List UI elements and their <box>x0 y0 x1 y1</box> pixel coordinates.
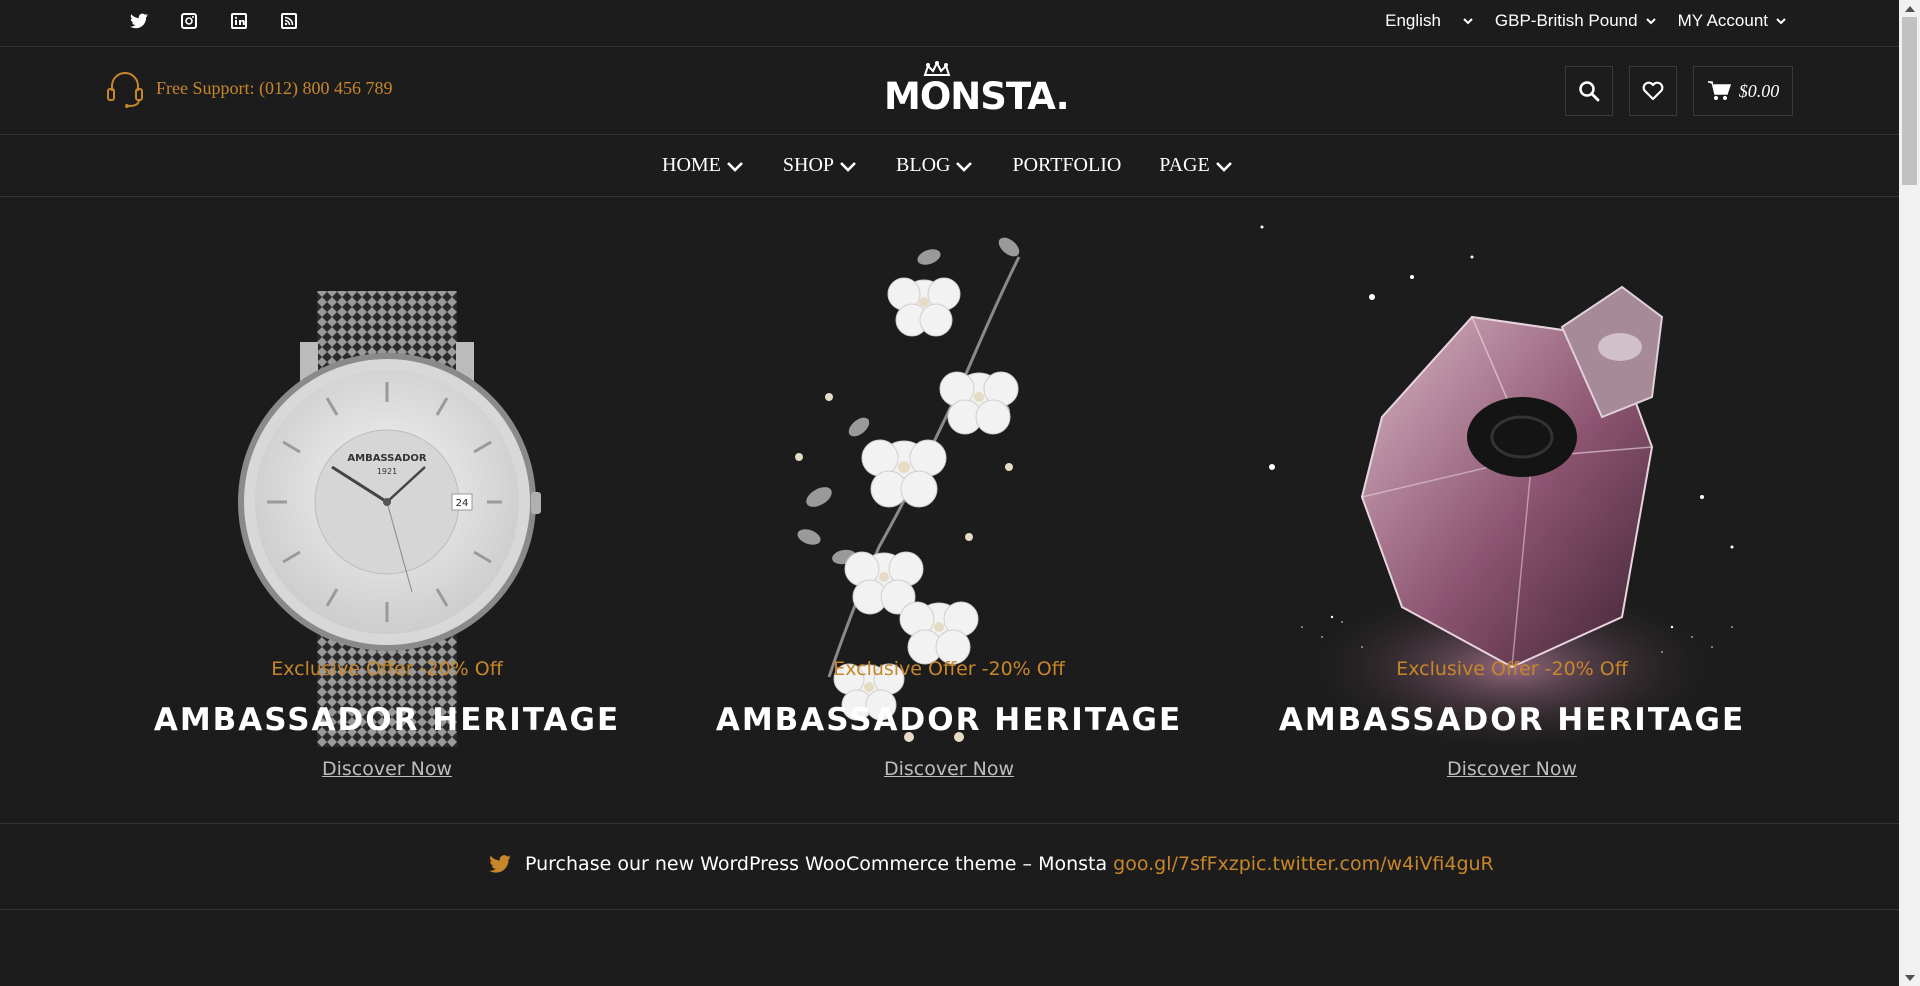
promo-banner-hairpiece[interactable]: Exclusive Offer -20% Off AMBASSADOR HERI… <box>669 197 1229 823</box>
heart-icon <box>1642 81 1664 101</box>
nav-item-portfolio[interactable]: PORTFOLIO <box>1012 154 1121 177</box>
nav-item-shop[interactable]: SHOP <box>783 154 858 177</box>
twitter-feed: Purchase our new WordPress WooCommerce t… <box>0 823 1899 910</box>
language-dropdown[interactable]: English <box>1385 11 1475 31</box>
discover-now-link[interactable]: Discover Now <box>322 758 452 780</box>
headset-icon <box>107 72 143 108</box>
scroll-up-arrow-icon[interactable] <box>1899 0 1920 17</box>
promo-banners: AMBASSADOR 1921 24 Exclusive Offer -20% … <box>0 197 1899 823</box>
discover-now-link[interactable]: Discover Now <box>1447 758 1577 780</box>
main-nav: HOME SHOP BLOG PORTFOLIO PAGE <box>0 135 1899 197</box>
svg-text:1921: 1921 <box>377 467 397 476</box>
chevron-down-icon <box>1645 18 1656 25</box>
page: English GBP-British Pound MY Account Fre… <box>0 0 1899 986</box>
chevron-down-icon <box>726 161 743 172</box>
banner-offer: Exclusive Offer -20% Off <box>1396 658 1628 680</box>
nav-item-home[interactable]: HOME <box>662 154 745 177</box>
banner-title: AMBASSADOR HERITAGE <box>1278 702 1746 738</box>
svg-text:24: 24 <box>456 498 469 509</box>
cart-icon <box>1707 81 1731 100</box>
top-bar: English GBP-British Pound MY Account <box>0 0 1899 47</box>
search-button[interactable] <box>1565 66 1613 116</box>
logo-text: MONSTA. <box>884 75 1070 118</box>
nav-item-label: HOME <box>662 154 721 176</box>
language-label: English <box>1385 11 1441 30</box>
currency-dropdown[interactable]: GBP-British Pound <box>1495 11 1658 31</box>
banner-offer: Exclusive Offer -20% Off <box>271 658 503 680</box>
nav-item-label: PAGE <box>1159 154 1210 176</box>
scrollbar-thumb[interactable] <box>1902 17 1917 185</box>
banner-offer: Exclusive Offer -20% Off <box>833 658 1065 680</box>
banner-title: AMBASSADOR HERITAGE <box>153 702 621 738</box>
nav-item-label: SHOP <box>782 154 835 176</box>
support-text: Free Support: (012) 800 456 789 <box>156 77 393 98</box>
support-info: Free Support: (012) 800 456 789 <box>104 67 392 109</box>
svg-text:AMBASSADOR: AMBASSADOR <box>347 453 427 464</box>
site-logo[interactable]: MONSTA. <box>884 61 1070 118</box>
currency-label: GBP-British Pound <box>1494 11 1638 30</box>
twitter-icon[interactable] <box>128 10 150 32</box>
site-header: Free Support: (012) 800 456 789 MONSTA. … <box>0 47 1899 135</box>
discover-now-link[interactable]: Discover Now <box>884 758 1014 780</box>
nav-item-label: BLOG <box>896 154 951 176</box>
promo-banner-perfume[interactable]: Exclusive Offer -20% Off AMBASSADOR HERI… <box>1232 197 1792 823</box>
rss-icon[interactable] <box>278 10 300 32</box>
promo-banner-watch[interactable]: AMBASSADOR 1921 24 Exclusive Offer -20% … <box>107 197 667 823</box>
header-actions: $0.00 <box>1565 66 1793 116</box>
cart-button[interactable]: $0.00 <box>1693 66 1793 116</box>
twitter-icon <box>489 855 511 873</box>
hairpiece-image <box>795 237 1021 742</box>
nav-item-blog[interactable]: BLOG <box>896 154 974 177</box>
search-icon <box>1579 81 1600 102</box>
chevron-down-icon <box>956 161 973 172</box>
tweet-text: Purchase our new WordPress WooCommerce t… <box>525 853 1108 875</box>
wishlist-button[interactable] <box>1629 66 1677 116</box>
tweet-link[interactable]: goo.gl/7sfFxzpic.twitter.com/w4iVfi4guR <box>1113 853 1494 875</box>
chevron-down-icon <box>840 161 856 172</box>
linkedin-icon[interactable] <box>228 10 250 32</box>
cart-total: $0.00 <box>1738 80 1780 101</box>
top-right-menu: English GBP-British Pound MY Account <box>1385 11 1788 31</box>
scroll-down-arrow-icon[interactable] <box>1899 969 1920 986</box>
page-scrollbar[interactable] <box>1899 0 1920 986</box>
perfume-image <box>1260 225 1734 757</box>
account-label: MY Account <box>1677 11 1768 30</box>
watch-image: AMBASSADOR 1921 24 <box>238 291 541 747</box>
social-links <box>128 10 300 32</box>
nav-item-label: PORTFOLIO <box>1012 154 1122 176</box>
chevron-down-icon <box>1776 18 1786 25</box>
banner-title: AMBASSADOR HERITAGE <box>715 702 1183 738</box>
chevron-down-icon <box>1215 161 1232 172</box>
account-dropdown[interactable]: MY Account <box>1678 11 1788 31</box>
chevron-down-icon <box>1463 18 1473 25</box>
nav-item-page[interactable]: PAGE <box>1159 154 1233 177</box>
instagram-icon[interactable] <box>178 10 200 32</box>
